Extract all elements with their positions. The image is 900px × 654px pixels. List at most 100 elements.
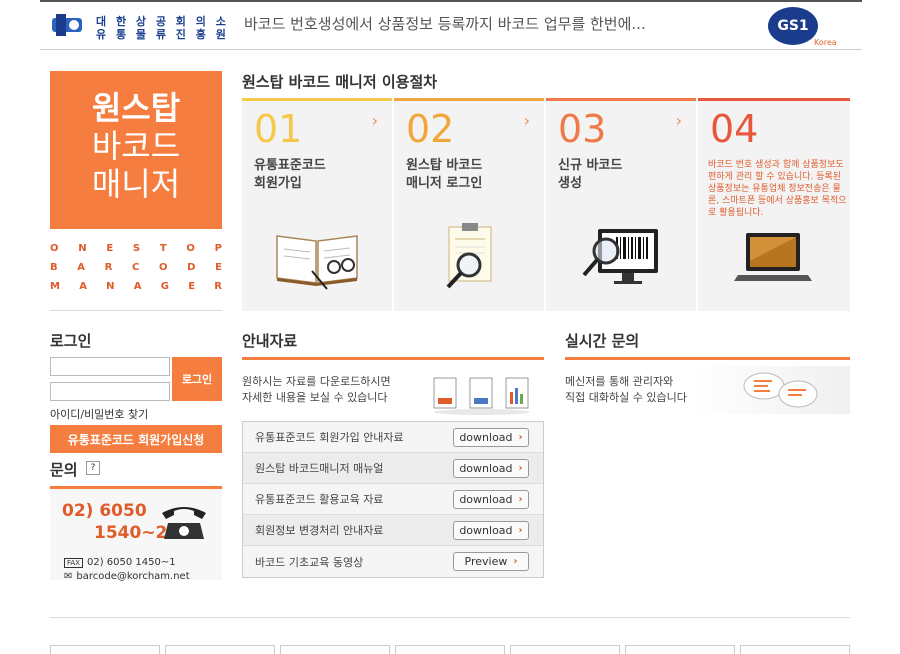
- chevron-right-icon: ›: [518, 462, 523, 474]
- brand-sub-onestop: ONESTOP: [50, 243, 222, 254]
- chevron-right-icon: ›: [518, 524, 523, 536]
- download-item-name: 바코드 기초교육 동영상: [255, 555, 364, 569]
- documents-icon: [433, 377, 530, 415]
- brand-sub-letter: P: [214, 243, 222, 254]
- download-item-name: 원스탑 바코드매니저 매뉴얼: [255, 462, 384, 475]
- brand-sub-letter: D: [187, 262, 196, 273]
- brand-sub-letter: O: [186, 243, 195, 254]
- brand-sub-letter: B: [50, 262, 58, 273]
- login-title: 로그인: [50, 332, 92, 350]
- brand-line1: 원스탑: [91, 89, 181, 127]
- korcham-logo-icon[interactable]: [52, 14, 82, 36]
- brand-sub-barcode: BARCODE: [50, 262, 222, 273]
- step-label: 신규 바코드 생성: [558, 158, 623, 191]
- telephone-icon: [162, 507, 206, 539]
- divider: [50, 310, 222, 311]
- help-icon[interactable]: ?: [86, 461, 100, 475]
- brand-sub-letter: C: [132, 262, 140, 273]
- brand-sub-letter: A: [133, 281, 142, 292]
- contact-box: 02) 6050 1540~2 FAX 02) 6050 1450~1 ✉ barc…: [50, 486, 222, 582]
- download-item-name: 회원정보 변경처리 안내자료: [255, 524, 384, 537]
- download-button[interactable]: download ›: [453, 489, 529, 509]
- brand-sub-letter: E: [215, 262, 222, 273]
- book-glasses-icon: [276, 235, 358, 290]
- step-card-3[interactable]: 03 › 신규 바코드 생성: [546, 98, 696, 311]
- chat-title: 실시간 문의: [565, 332, 640, 350]
- certificate-magnifier-icon: [446, 223, 492, 289]
- brand-sub-letter: M: [50, 281, 60, 292]
- downloads-description: 원하시는 자료를 다운로드하시면 자세한 내용을 보실 수 있습니다: [242, 375, 391, 404]
- brand-sub-letter: A: [79, 281, 87, 292]
- envelope-icon: ✉: [64, 571, 73, 582]
- chevron-right-icon: ›: [518, 493, 523, 505]
- brand-sub-letter: O: [158, 262, 168, 273]
- downloads-title: 안내자료: [242, 332, 298, 350]
- downloads-table: 유통표준코드 회원가입 안내자료 download › 원스탑 바코드매니저 매뉴…: [242, 421, 544, 578]
- brand-sub-letter: N: [78, 243, 87, 254]
- brand-line2: 바코드: [91, 127, 181, 165]
- find-account-link[interactable]: 아이디/비밀번호 찾기: [50, 406, 148, 422]
- brand-line3: 매니저: [91, 165, 181, 203]
- fax-icon: FAX: [64, 558, 83, 568]
- chevron-right-icon: ›: [371, 111, 378, 130]
- email-address[interactable]: ✉ barcode@korcham.net: [64, 571, 190, 582]
- chevron-right-icon: ›: [675, 111, 682, 130]
- brand-sub-letter: N: [106, 281, 115, 292]
- step-card-4[interactable]: 04 바코드 번호 생성과 함께 상품정보도 편하게 관리 할 수 있습니다. …: [698, 98, 850, 311]
- section-rule: [242, 357, 544, 360]
- chat-description: 메신저를 통해 관리자와 직접 대화하실 수 있습니다: [565, 375, 687, 404]
- step-number: 03: [558, 107, 607, 151]
- step-label: 원스탑 바코드 매니저 로그인: [406, 158, 483, 191]
- step-label: 유통표준코드 회원가입: [254, 158, 326, 191]
- chevron-right-icon: ›: [518, 431, 523, 443]
- brand-sub-letter: A: [77, 262, 86, 273]
- inquiry-title: 문의: [50, 461, 78, 479]
- chevron-right-icon: ›: [523, 111, 530, 130]
- brand-sub-letter: E: [106, 243, 114, 254]
- process-title: 원스탑 바코드 매니저 이용절차: [242, 73, 438, 91]
- download-button[interactable]: download ›: [453, 520, 529, 540]
- footer-divider: [50, 617, 850, 618]
- chat-bubbles-icon[interactable]: [742, 372, 822, 412]
- barcode-monitor-icon: [582, 229, 658, 284]
- step-description: 바코드 번호 생성과 함께 상품정보도 편하게 관리 할 수 있습니다. 등록된…: [708, 160, 847, 218]
- step-card-1[interactable]: 01 › 유통표준코드 회원가입: [242, 98, 392, 311]
- gs1-korea-label: Korea: [814, 38, 837, 47]
- step-number: 01: [254, 107, 303, 151]
- brand-sub-letter: O: [50, 243, 59, 254]
- login-button[interactable]: 로그인: [172, 357, 222, 401]
- join-membership-button[interactable]: 유통표준코드 회원가입신청: [50, 425, 222, 453]
- brand-sub-letter: R: [214, 281, 222, 292]
- header-slogan: 바코드 번호생성에서 상품정보 등록까지 바코드 업무를 한번에...: [244, 15, 646, 33]
- download-item-name: 유통표준코드 회원가입 안내자료: [255, 431, 404, 444]
- brand-sub-letter: E: [188, 281, 196, 292]
- login-id-input[interactable]: [50, 357, 170, 376]
- login-password-input[interactable]: [50, 382, 170, 401]
- phone-number-2: 1540~2: [94, 523, 168, 543]
- chevron-right-icon: ›: [513, 556, 518, 567]
- download-button[interactable]: download ›: [453, 427, 529, 447]
- section-rule: [565, 357, 850, 360]
- brand-sub-letter: G: [160, 281, 169, 292]
- download-item-name: 유통표준코드 활용교육 자료: [255, 493, 384, 506]
- list-item: 회원정보 변경처리 안내자료 download ›: [243, 515, 543, 546]
- brand-sub-letter: R: [104, 262, 113, 273]
- list-item: 원스탑 바코드매니저 매뉴얼 download ›: [243, 453, 543, 484]
- list-item: 바코드 기초교육 동영상 Preview ›: [243, 546, 543, 577]
- fax-number: FAX 02) 6050 1450~1: [64, 557, 176, 568]
- site-header: 대 한 상 공 회 의 소 유 통 물 류 진 흥 원 바코드 번호생성에서 상…: [40, 0, 862, 50]
- brand-sub-letter: T: [159, 243, 167, 254]
- brand-box: 원스탑 바코드 매니저: [50, 71, 222, 229]
- step-number: 02: [406, 107, 455, 151]
- brand-sub-letter: S: [132, 243, 141, 254]
- phone-number-1: 02) 6050: [62, 501, 147, 521]
- org-name-line2: 유 통 물 류 진 흥 원: [96, 28, 229, 41]
- gs1-logo[interactable]: GS1: [768, 7, 818, 45]
- step-number: 04: [710, 107, 759, 151]
- list-item: 유통표준코드 활용교육 자료 download ›: [243, 484, 543, 515]
- laptop-icon: [734, 233, 812, 281]
- brand-sub-manager: MANAGER: [50, 281, 222, 292]
- preview-button[interactable]: Preview ›: [453, 552, 529, 571]
- download-button[interactable]: download ›: [453, 458, 529, 478]
- step-card-2[interactable]: 02 › 원스탑 바코드 매니저 로그인: [394, 98, 544, 311]
